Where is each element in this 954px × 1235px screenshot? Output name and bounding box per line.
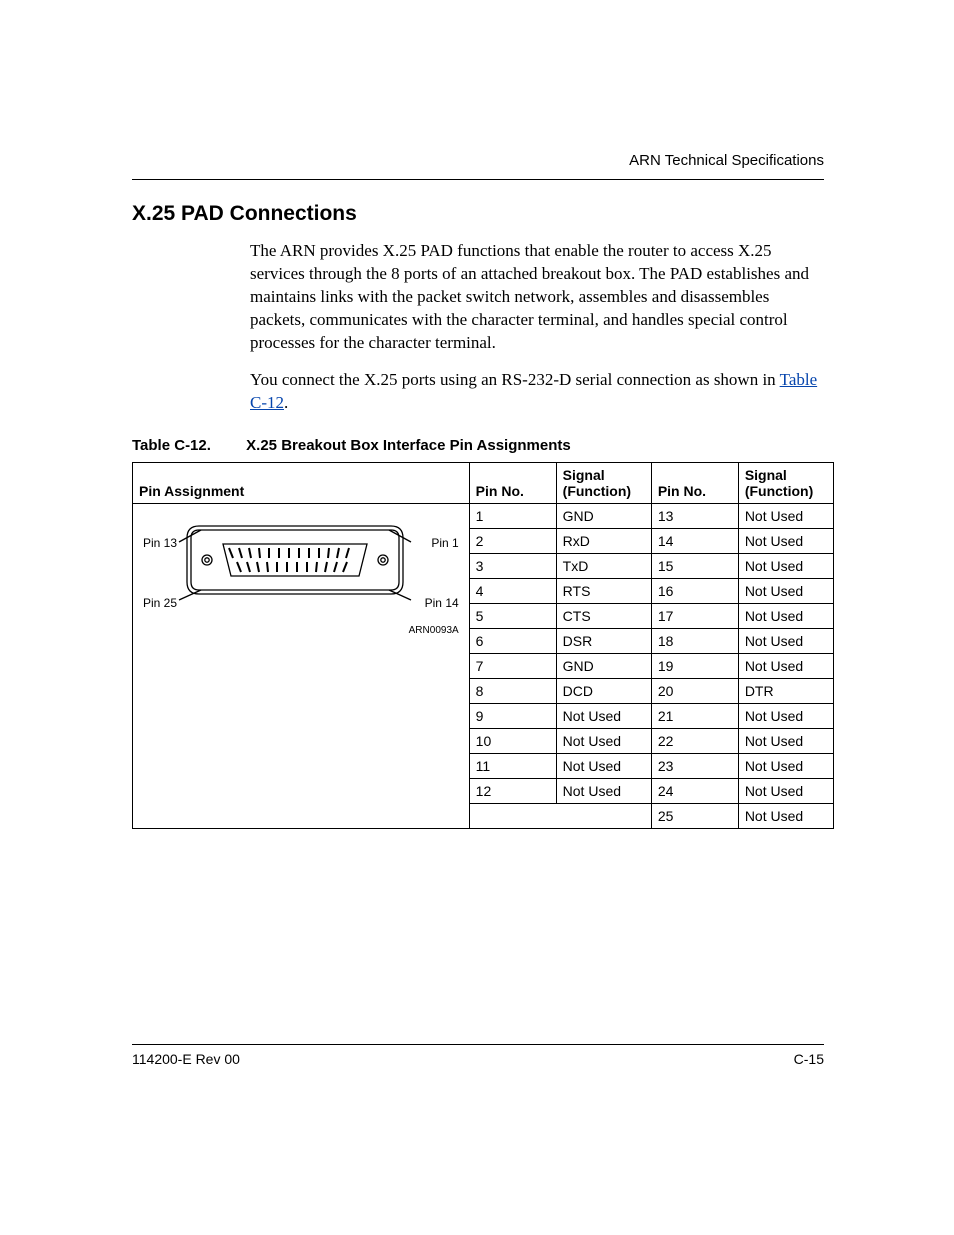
cell-pin-b: 22 (651, 728, 738, 753)
cell-sig-a: RxD (556, 528, 651, 553)
cell-pin-a: 9 (469, 703, 556, 728)
cell-sig-b: Not Used (738, 803, 833, 828)
th-signal-1: Signal (Function) (556, 462, 651, 503)
cell-pin-a: 1 (469, 503, 556, 528)
cell-pin-b: 20 (651, 678, 738, 703)
pin-assignment-table: Pin Assignment Pin No. Signal (Function)… (132, 462, 834, 829)
table-title: X.25 Breakout Box Interface Pin Assignme… (246, 437, 571, 454)
pin-diagram-cell: Pin 13 Pin 1 Pin 25 Pin 14 (133, 503, 470, 828)
cell-sig-a: DCD (556, 678, 651, 703)
cell-sig-a: GND (556, 653, 651, 678)
cell-sig-b: Not Used (738, 553, 833, 578)
cell-sig-b: Not Used (738, 778, 833, 803)
para2-prefix: You connect the X.25 ports using an RS-2… (250, 370, 780, 389)
cell-sig-b: Not Used (738, 528, 833, 553)
cell-sig-a: DSR (556, 628, 651, 653)
cell-sig-b: Not Used (738, 703, 833, 728)
cell-sig-b: Not Used (738, 578, 833, 603)
cell-pin-b: 24 (651, 778, 738, 803)
cell-pin-a: 2 (469, 528, 556, 553)
cell-pin-b: 25 (651, 803, 738, 828)
cell-pin-a: 11 (469, 753, 556, 778)
cell-pin-b: 16 (651, 578, 738, 603)
cell-sig-b: Not Used (738, 603, 833, 628)
cell-pin-b: 15 (651, 553, 738, 578)
cell-sig-b: Not Used (738, 503, 833, 528)
table-header-row: Pin Assignment Pin No. Signal (Function)… (133, 462, 834, 503)
cell-pin-a: 5 (469, 603, 556, 628)
cell-sig-a: Not Used (556, 753, 651, 778)
cell-pin-a: 4 (469, 578, 556, 603)
cell-sig-b: DTR (738, 678, 833, 703)
cell-sig-b: Not Used (738, 628, 833, 653)
table-row: Pin 13 Pin 1 Pin 25 Pin 14 (133, 503, 834, 528)
section-heading: X.25 PAD Connections (132, 202, 834, 226)
cell-pin-b: 23 (651, 753, 738, 778)
connector-diagram-icon (139, 508, 449, 638)
page: ARN Technical Specifications X.25 PAD Co… (0, 0, 954, 1235)
cell-pin-a: 3 (469, 553, 556, 578)
paragraph-2: You connect the X.25 ports using an RS-2… (250, 369, 828, 415)
footer-page-number: C-15 (794, 1051, 824, 1067)
cell-sig-a: Not Used (556, 728, 651, 753)
cell-pin-a: 7 (469, 653, 556, 678)
th-pin-no-1: Pin No. (469, 462, 556, 503)
cell-pin-a: 8 (469, 678, 556, 703)
cell-sig-a: RTS (556, 578, 651, 603)
cell-sig-a: GND (556, 503, 651, 528)
footer-doc-id: 114200-E Rev 00 (132, 1051, 240, 1067)
page-footer: 114200-E Rev 00 C-15 (132, 1044, 824, 1067)
table-number: Table C-12. (132, 437, 242, 454)
cell-empty-span (469, 803, 651, 828)
th-pin-no-2: Pin No. (651, 462, 738, 503)
cell-pin-b: 19 (651, 653, 738, 678)
cell-sig-b: Not Used (738, 653, 833, 678)
cell-pin-b: 17 (651, 603, 738, 628)
body-text: The ARN provides X.25 PAD functions that… (250, 240, 828, 415)
cell-pin-a: 6 (469, 628, 556, 653)
cell-sig-a: CTS (556, 603, 651, 628)
running-head: ARN Technical Specifications (629, 152, 824, 169)
cell-pin-a: 12 (469, 778, 556, 803)
diagram-art-id: ARN0093A (409, 625, 459, 636)
cell-sig-a: Not Used (556, 778, 651, 803)
cell-pin-b: 18 (651, 628, 738, 653)
cell-pin-b: 13 (651, 503, 738, 528)
para2-suffix: . (284, 393, 288, 412)
top-rule (132, 179, 824, 180)
cell-sig-a: Not Used (556, 703, 651, 728)
th-signal-2: Signal (Function) (738, 462, 833, 503)
cell-pin-a: 10 (469, 728, 556, 753)
table-caption: Table C-12. X.25 Breakout Box Interface … (132, 437, 834, 454)
cell-sig-b: Not Used (738, 728, 833, 753)
cell-pin-b: 21 (651, 703, 738, 728)
cell-sig-a: TxD (556, 553, 651, 578)
cell-sig-b: Not Used (738, 753, 833, 778)
paragraph-1: The ARN provides X.25 PAD functions that… (250, 240, 828, 355)
cell-pin-b: 14 (651, 528, 738, 553)
th-pin-assignment: Pin Assignment (133, 462, 470, 503)
